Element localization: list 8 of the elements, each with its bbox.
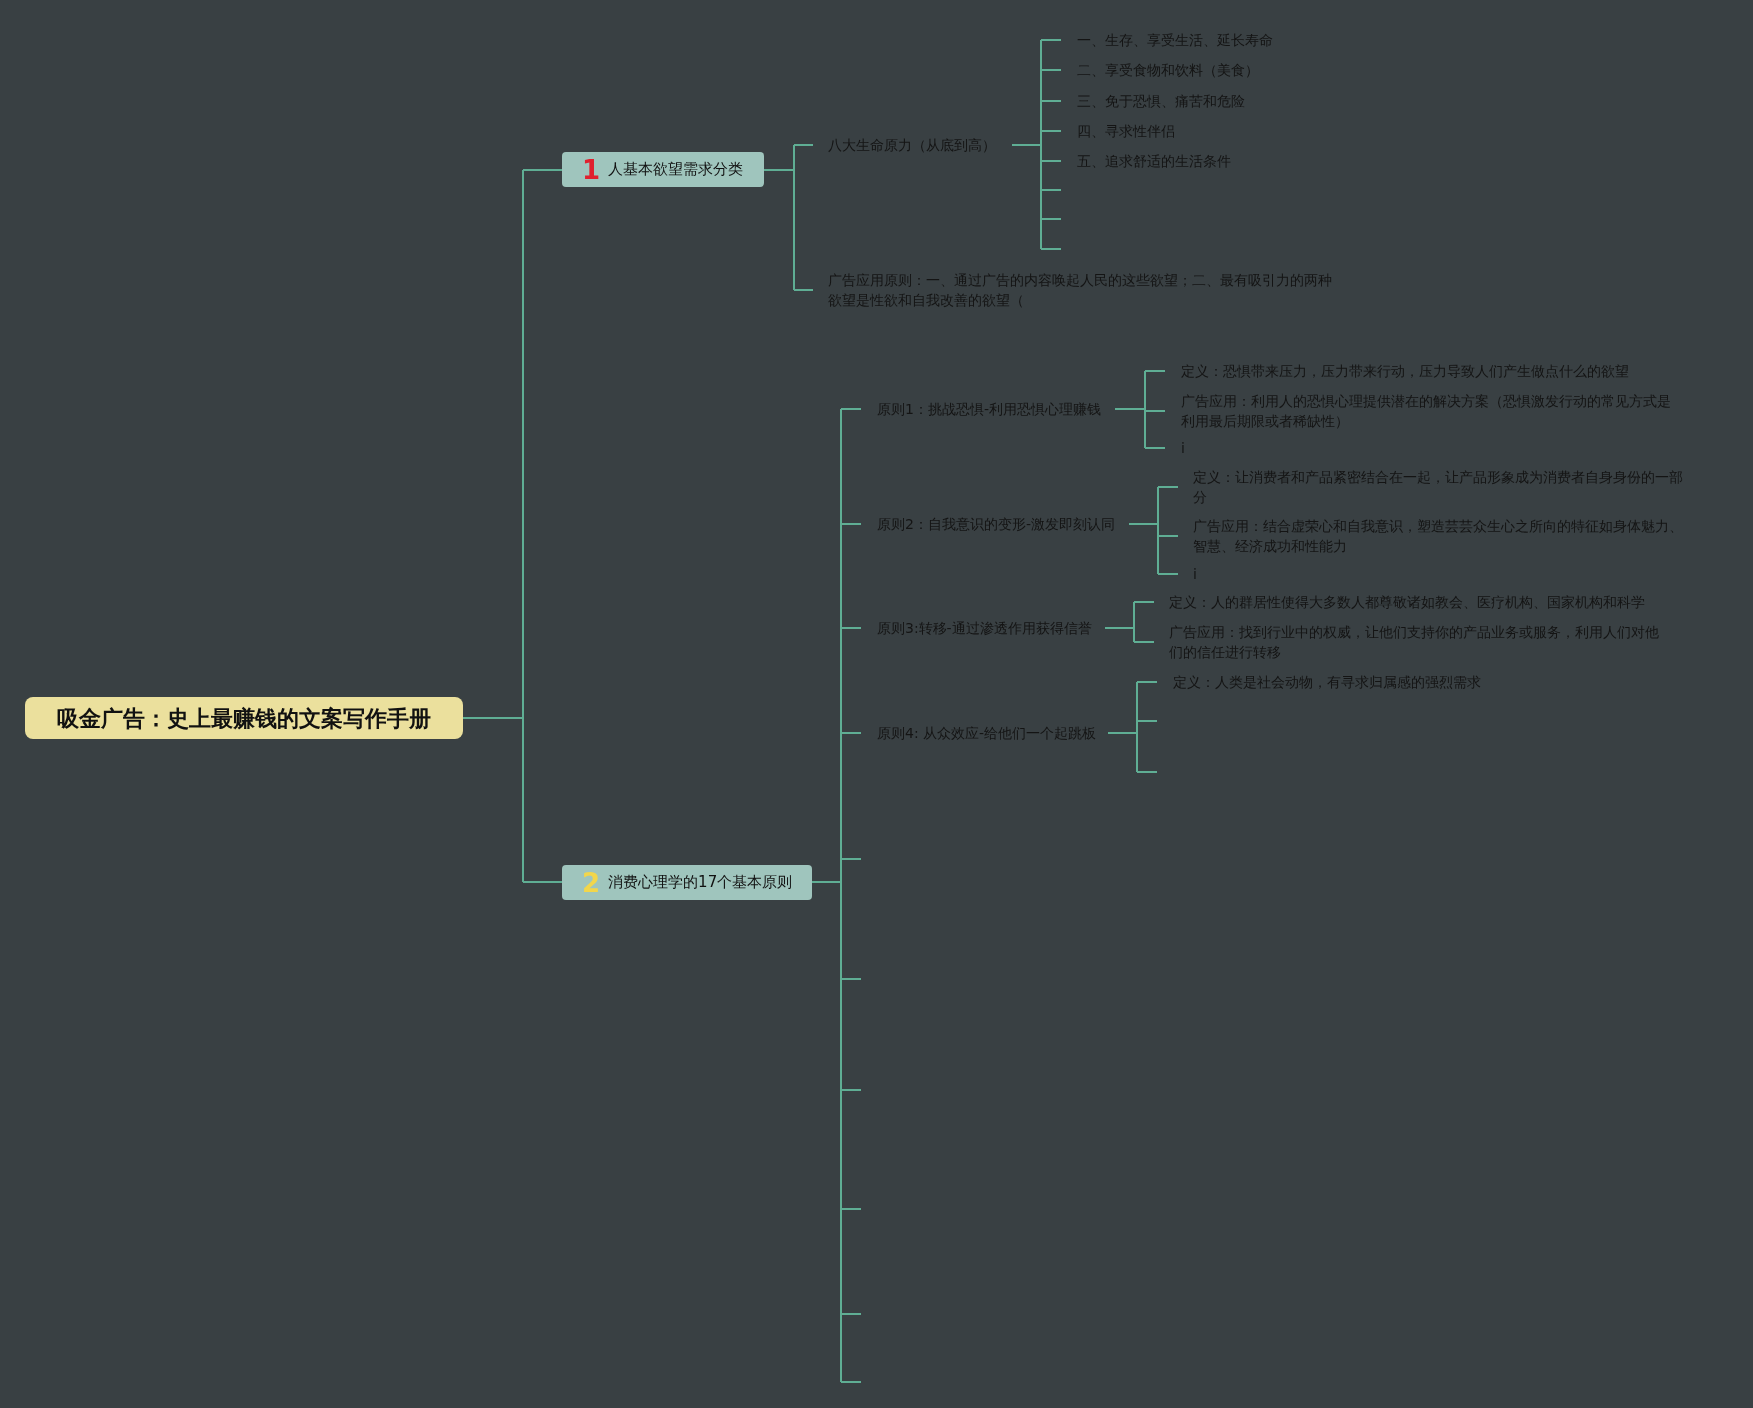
topic-label: 消费心理学的17个基本原则 [608,872,793,894]
topic-label: 人基本欲望需求分类 [608,159,744,181]
root-topic[interactable]: 吸金广告：史上最赚钱的文案写作手册 [25,697,463,739]
connector-line [1104,601,1155,643]
branch-topic[interactable]: 2 消费心理学的17个基本原则 [562,865,812,900]
topic-number: 1 [582,156,601,183]
topic-number: 2 [582,869,601,896]
branch-topic[interactable]: 1 人基本欲望需求分类 [562,152,764,187]
